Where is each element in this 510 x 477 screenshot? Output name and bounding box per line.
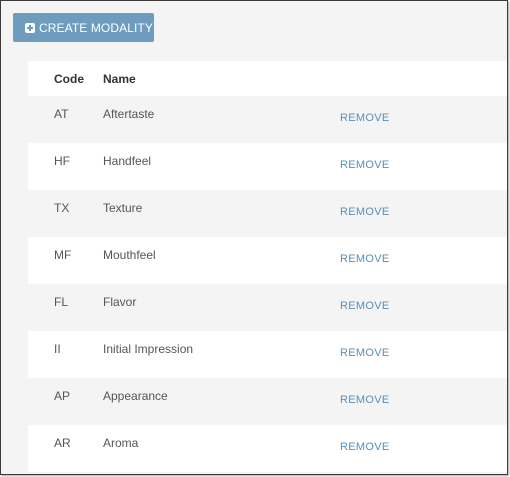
row-name: Appearance <box>103 389 168 403</box>
row-name: Aftertaste <box>103 107 155 121</box>
table-header: Code Name <box>28 61 507 96</box>
table-row: TX Texture REMOVE <box>28 190 507 237</box>
row-code: TX <box>54 201 70 215</box>
row-name: Initial Impression <box>103 342 194 356</box>
column-header-name: Name <box>103 72 136 86</box>
row-code: MF <box>54 248 72 262</box>
row-code: AT <box>54 107 69 121</box>
remove-button[interactable]: REMOVE <box>340 441 389 453</box>
remove-button[interactable]: REMOVE <box>340 206 389 218</box>
table-row: HF Handfeel REMOVE <box>28 143 507 190</box>
modality-table: Code Name AT Aftertaste REMOVE HF Handfe… <box>28 61 507 472</box>
remove-button[interactable]: REMOVE <box>340 112 389 124</box>
create-modality-button[interactable]: CREATE MODALITY <box>13 13 154 42</box>
row-code: HF <box>54 154 70 168</box>
column-header-code: Code <box>54 72 84 86</box>
remove-button[interactable]: REMOVE <box>340 159 389 171</box>
create-modality-label: CREATE MODALITY <box>39 20 153 35</box>
table-row: FL Flavor REMOVE <box>28 284 507 331</box>
row-name: Flavor <box>103 295 137 309</box>
remove-button[interactable]: REMOVE <box>340 394 389 406</box>
row-code: II <box>54 342 61 356</box>
remove-button[interactable]: REMOVE <box>340 253 389 265</box>
table-row: II Initial Impression REMOVE <box>28 331 507 378</box>
table-body: AT Aftertaste REMOVE HF Handfeel REMOVE … <box>28 96 507 472</box>
row-name: Mouthfeel <box>103 248 156 262</box>
row-code: FL <box>54 295 69 309</box>
row-name: Texture <box>103 201 143 215</box>
table-row: MF Mouthfeel REMOVE <box>28 237 507 284</box>
remove-button[interactable]: REMOVE <box>340 347 389 359</box>
row-code: AR <box>54 436 71 450</box>
table-row: AR Aroma REMOVE <box>28 425 507 472</box>
remove-button[interactable]: REMOVE <box>340 300 389 312</box>
row-code: AP <box>54 389 71 403</box>
plus-square-icon <box>25 22 35 33</box>
app-window: CREATE MODALITY Code Name AT Aftertaste … <box>0 0 508 475</box>
table-row: AP Appearance REMOVE <box>28 378 507 425</box>
row-name: Handfeel <box>103 154 152 168</box>
row-name: Aroma <box>103 436 139 450</box>
table-row: AT Aftertaste REMOVE <box>28 96 507 143</box>
